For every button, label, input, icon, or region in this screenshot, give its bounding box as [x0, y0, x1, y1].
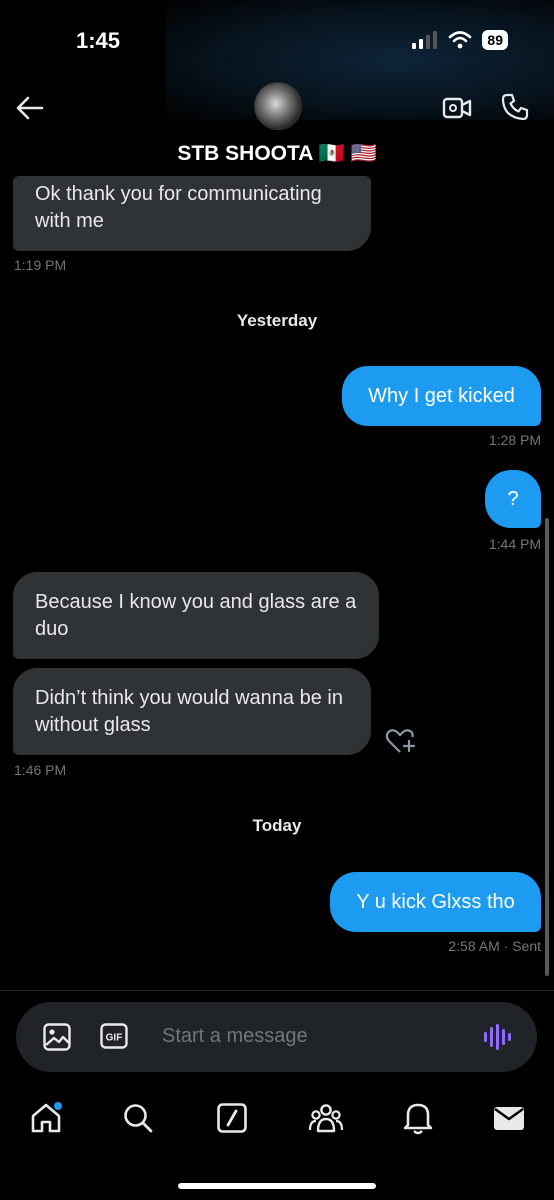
image-icon[interactable] — [42, 1022, 72, 1052]
avatar[interactable] — [254, 82, 302, 130]
scrollbar[interactable] — [545, 518, 549, 976]
conversation-header: STB SHOOTA 🇲🇽 🇺🇸 — [0, 80, 554, 176]
voice-message-icon[interactable] — [482, 1022, 512, 1052]
message-bubble-outgoing[interactable]: ? — [485, 470, 541, 528]
home-icon — [31, 1102, 62, 1133]
status-bar: 1:45 89 — [0, 0, 554, 120]
video-call-icon[interactable] — [442, 94, 472, 122]
status-icons: 89 — [412, 30, 508, 50]
back-arrow-icon[interactable] — [14, 94, 46, 122]
messages-icon — [494, 1107, 524, 1130]
message-composer: GIF Start a message — [16, 1002, 537, 1072]
message-timestamp: 1:44 PM — [488, 536, 541, 552]
message-bubble-outgoing[interactable]: Y u kick Glxss tho — [330, 872, 541, 932]
gif-icon[interactable]: GIF — [100, 1023, 128, 1049]
phone-call-icon[interactable] — [500, 92, 530, 122]
message-input[interactable]: Start a message — [162, 1025, 308, 1048]
message-status: · Sent — [503, 938, 541, 954]
tab-communities[interactable] — [306, 1098, 346, 1138]
day-separator: Today — [252, 816, 302, 835]
status-time: 1:45 — [76, 28, 121, 53]
message-timestamp: 1:46 PM — [14, 762, 67, 778]
notifications-icon — [403, 1103, 433, 1135]
home-indicator — [178, 1183, 376, 1189]
tab-compose[interactable] — [212, 1098, 252, 1138]
day-separator: Yesterday — [236, 311, 318, 330]
message-timestamp: 1:19 PM — [14, 257, 67, 273]
tab-home[interactable] — [26, 1098, 66, 1138]
message-bubble-incoming[interactable]: Didn’t think you would wanna be in witho… — [13, 668, 371, 755]
message-timestamp: 1:28 PM — [488, 432, 541, 448]
message-meta: 2:58 AM · Sent — [341, 938, 541, 954]
message-bubble-incoming[interactable]: Ok thank you for communicating with me — [13, 176, 371, 251]
divider — [0, 990, 554, 991]
contact-name[interactable]: STB SHOOTA 🇲🇽 🇺🇸 — [0, 142, 554, 166]
tab-notifications[interactable] — [398, 1098, 438, 1138]
signal-icon — [412, 31, 438, 49]
battery-icon: 89 — [482, 30, 508, 50]
tab-search[interactable] — [118, 1098, 158, 1138]
gif-label: GIF — [106, 1033, 123, 1044]
compose-icon — [217, 1103, 247, 1133]
message-bubble-outgoing[interactable]: Why I get kicked — [342, 366, 541, 426]
communities-icon — [308, 1104, 344, 1133]
gif-frame-icon: GIF — [100, 1023, 128, 1049]
tab-messages[interactable] — [489, 1098, 529, 1138]
add-reaction-icon[interactable] — [384, 726, 416, 756]
message-bubble-incoming[interactable]: Because I know you and glass are a duo — [13, 572, 379, 659]
search-icon — [124, 1104, 153, 1133]
wifi-icon — [449, 31, 472, 49]
message-timestamp: 2:58 AM — [448, 938, 500, 954]
